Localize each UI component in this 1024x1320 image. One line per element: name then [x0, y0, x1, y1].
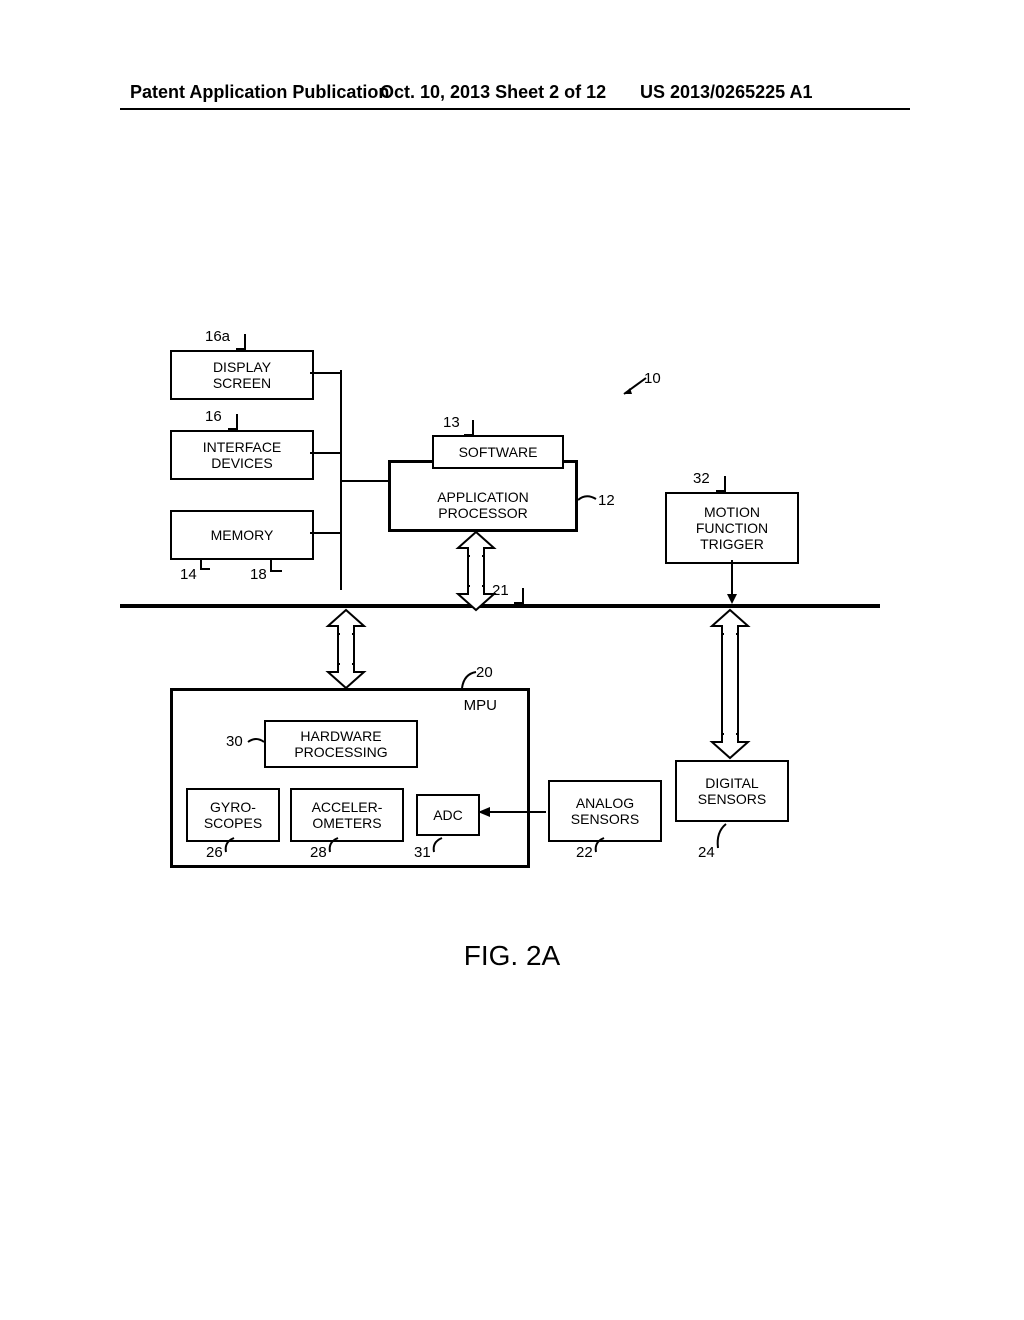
conn-memory-bus	[310, 532, 340, 534]
header-right: US 2013/0265225 A1	[640, 82, 812, 103]
conn-interface-bus	[310, 452, 340, 454]
conn-display-bus	[310, 372, 340, 374]
digital-sensors-label: DIGITALSENSORS	[698, 775, 766, 807]
lead-31	[432, 838, 444, 852]
ref-13: 13	[443, 414, 460, 431]
ref-26: 26	[206, 844, 223, 861]
application-processor-block: APPLICATIONPROCESSOR	[388, 460, 578, 532]
software-label: SOFTWARE	[459, 444, 538, 460]
lead-30	[248, 738, 264, 748]
lead-28	[328, 838, 340, 852]
lead-24	[716, 824, 728, 848]
ref-20: 20	[476, 664, 493, 681]
tick-14	[200, 558, 210, 570]
analog-sensors-block: ANALOGSENSORS	[548, 780, 662, 842]
tick-21	[514, 588, 524, 604]
mpu-label: MPU	[464, 697, 497, 714]
ref-32: 32	[693, 470, 710, 487]
software-block: SOFTWARE	[432, 435, 564, 469]
ref-24: 24	[698, 844, 715, 861]
tick-16	[228, 414, 238, 430]
page: Patent Application Publication Oct. 10, …	[0, 0, 1024, 1320]
digital-sensors-block: DIGITALSENSORS	[675, 760, 789, 822]
lead-22	[594, 838, 606, 852]
hardware-processing-label: HARDWAREPROCESSING	[294, 728, 387, 760]
double-arrow-divider-digital	[712, 610, 748, 760]
arrow-analog-adc	[476, 804, 548, 820]
figure-caption: FIG. 2A	[0, 940, 1024, 972]
header-left: Patent Application Publication	[130, 82, 389, 103]
arrow-trigger-down	[724, 560, 740, 606]
double-arrow-divider-mpu	[328, 610, 364, 690]
tick-18	[270, 558, 282, 572]
memory-block: MEMORY	[170, 510, 314, 560]
lead-26	[224, 838, 236, 852]
ref-12: 12	[598, 492, 615, 509]
tick-13	[464, 420, 474, 436]
header-rule	[120, 108, 910, 110]
lead-12	[578, 495, 598, 509]
adc-label: ADC	[433, 807, 463, 823]
ref-21: 21	[492, 582, 509, 599]
gyroscopes-block: GYRO-SCOPES	[186, 788, 280, 842]
ref-30: 30	[226, 733, 243, 750]
conn-bus-proc	[340, 480, 390, 482]
ref-16a: 16a	[205, 328, 230, 345]
double-arrow-proc-divider	[458, 532, 494, 612]
ref-14: 14	[180, 566, 197, 583]
display-screen-label: DISPLAYSCREEN	[213, 359, 271, 391]
ref-22: 22	[576, 844, 593, 861]
tick-16a	[236, 334, 246, 350]
gyroscopes-label: GYRO-SCOPES	[204, 799, 262, 831]
header-center: Oct. 10, 2013 Sheet 2 of 12	[380, 82, 606, 103]
analog-sensors-label: ANALOGSENSORS	[571, 795, 639, 827]
interface-devices-block: INTERFACEDEVICES	[170, 430, 314, 480]
lead-10	[618, 378, 648, 398]
adc-block: ADC	[416, 794, 480, 836]
motion-function-trigger-label: MOTIONFUNCTIONTRIGGER	[696, 504, 768, 552]
memory-label: MEMORY	[211, 527, 274, 543]
display-screen-block: DISPLAYSCREEN	[170, 350, 314, 400]
lead-20	[460, 670, 478, 690]
block-diagram: DISPLAYSCREEN 16a INTERFACEDEVICES 16 ME…	[130, 320, 910, 960]
ref-18: 18	[250, 566, 267, 583]
accelerometers-block: ACCELER-OMETERS	[290, 788, 404, 842]
application-processor-label: APPLICATIONPROCESSOR	[437, 489, 529, 521]
motion-function-trigger-block: MOTIONFUNCTIONTRIGGER	[665, 492, 799, 564]
hw-sw-divider	[120, 604, 880, 608]
interface-devices-label: INTERFACEDEVICES	[203, 439, 282, 471]
ref-16: 16	[205, 408, 222, 425]
accelerometers-label: ACCELER-OMETERS	[312, 799, 383, 831]
hardware-processing-block: HARDWAREPROCESSING	[264, 720, 418, 768]
ref-28: 28	[310, 844, 327, 861]
ref-31: 31	[414, 844, 431, 861]
tick-32	[716, 476, 726, 492]
